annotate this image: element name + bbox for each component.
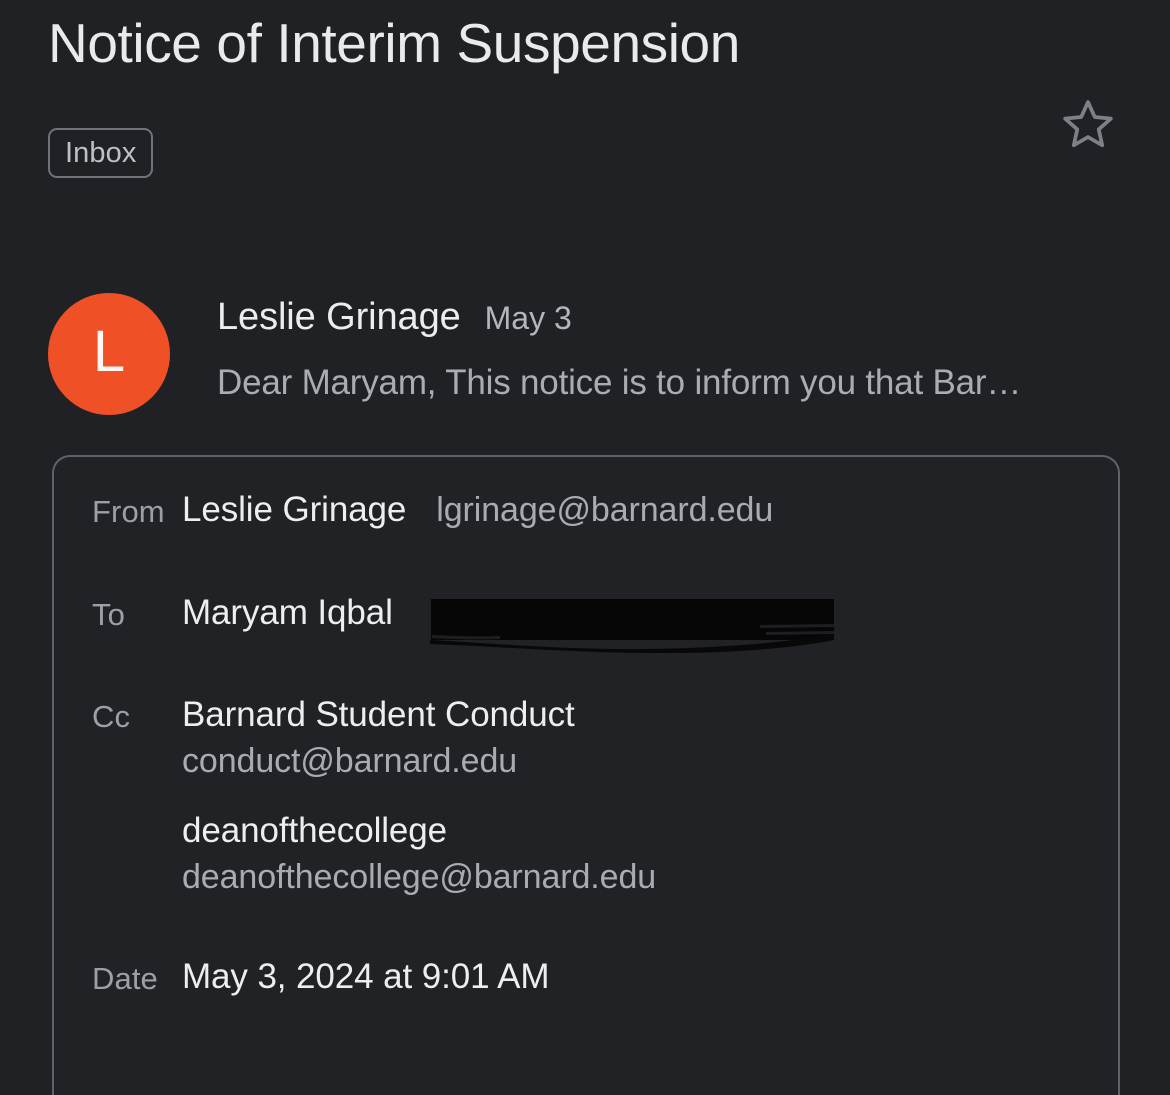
star-icon bbox=[1059, 96, 1117, 152]
detail-row-from: From Leslie Grinage lgrinage@barnard.edu bbox=[54, 490, 1118, 530]
detail-value-cc: Barnard Student Conduct conduct@barnard.… bbox=[182, 695, 1118, 897]
detail-label-to: To bbox=[92, 597, 125, 632]
detail-value-to: Maryam Iqbal bbox=[182, 593, 1118, 653]
to-name[interactable]: Maryam Iqbal bbox=[182, 593, 393, 633]
message-header: Notice of Interim Suspension Inbox bbox=[0, 0, 1170, 270]
star-button[interactable] bbox=[1057, 93, 1119, 155]
detail-value-from: Leslie Grinage lgrinage@barnard.edu bbox=[182, 490, 1118, 530]
from-email[interactable]: lgrinage@barnard.edu bbox=[436, 491, 773, 530]
avatar-initial: L bbox=[92, 319, 126, 384]
detail-label-cc: Cc bbox=[92, 699, 131, 734]
detail-label-date: Date bbox=[92, 961, 158, 996]
cc-recipient: deanofthecollege deanofthecollege@barnar… bbox=[182, 811, 1118, 897]
detail-value-date: May 3, 2024 at 9:01 AM bbox=[182, 957, 1118, 997]
cc-name[interactable]: deanofthecollege bbox=[182, 811, 447, 850]
label-chip-text: Inbox bbox=[65, 136, 137, 169]
page-title: Notice of Interim Suspension bbox=[48, 12, 740, 74]
message-date-full: May 3, 2024 at 9:01 AM bbox=[182, 957, 550, 996]
detail-label-from: From bbox=[92, 494, 165, 529]
message-snippet: Dear Maryam, This notice is to inform yo… bbox=[217, 363, 1022, 402]
sender-line: Leslie Grinage May 3 bbox=[217, 296, 572, 339]
sender-name[interactable]: Leslie Grinage bbox=[217, 296, 461, 339]
message-date-short: May 3 bbox=[484, 300, 572, 336]
label-chip-inbox[interactable]: Inbox bbox=[48, 128, 154, 178]
message-summary: L Leslie Grinage May 3 Dear Maryam, This… bbox=[0, 288, 1170, 428]
message-details-card: From Leslie Grinage lgrinage@barnard.edu… bbox=[52, 455, 1120, 1095]
cc-recipient: Barnard Student Conduct conduct@barnard.… bbox=[182, 695, 1118, 781]
cc-email[interactable]: conduct@barnard.edu bbox=[182, 742, 1118, 781]
cc-email[interactable]: deanofthecollege@barnard.edu bbox=[182, 858, 1118, 897]
avatar: L bbox=[48, 293, 170, 415]
detail-row-date: Date May 3, 2024 at 9:01 AM bbox=[54, 957, 1118, 997]
detail-row-to: To Maryam Iqbal bbox=[54, 593, 1118, 653]
from-name[interactable]: Leslie Grinage bbox=[182, 490, 406, 530]
detail-row-cc: Cc Barnard Student Conduct conduct@barna… bbox=[54, 695, 1118, 897]
cc-name[interactable]: Barnard Student Conduct bbox=[182, 695, 575, 734]
